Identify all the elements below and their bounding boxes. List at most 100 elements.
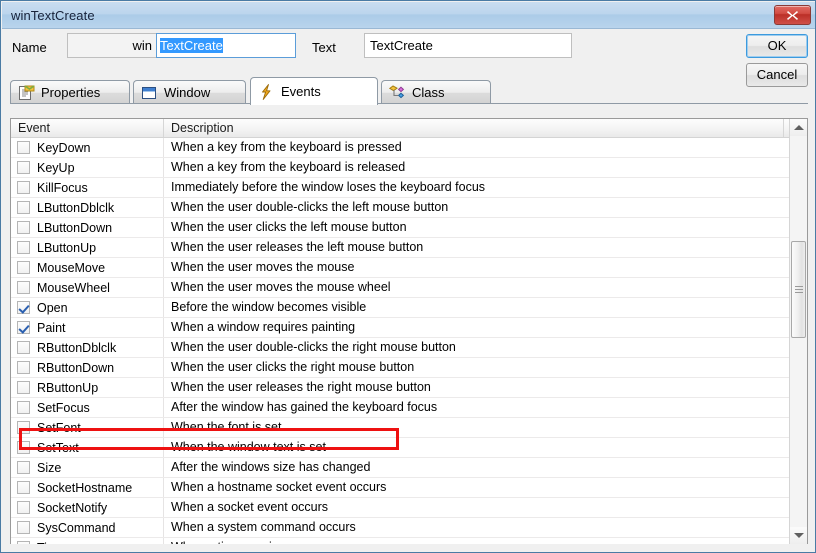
table-row[interactable]: MouseWheel When the user moves the mouse … <box>11 278 790 298</box>
scroll-down-button[interactable] <box>790 527 807 544</box>
column-header-description[interactable]: Description <box>164 119 784 137</box>
tab-properties[interactable]: Properties <box>10 80 130 104</box>
row-event-label: SocketNotify <box>37 500 108 515</box>
row-checkbox[interactable] <box>17 161 30 174</box>
row-description-cell: When a key from the keyboard is released <box>171 160 406 174</box>
row-checkbox[interactable] <box>17 441 30 454</box>
table-row[interactable]: Open Before the window becomes visible <box>11 298 790 318</box>
row-description-cell: When the user clicks the left mouse butt… <box>171 220 407 234</box>
table-row[interactable]: KeyDown When a key from the keyboard is p… <box>11 138 790 158</box>
row-description-cell: Before the window becomes visible <box>171 300 367 314</box>
table-row[interactable]: KillFocus Immediately before the window l… <box>11 178 790 198</box>
row-checkbox[interactable] <box>17 241 30 254</box>
row-event-cell: RButtonUp <box>11 378 164 397</box>
row-event-label: RButtonUp <box>37 380 99 395</box>
close-button[interactable] <box>774 5 811 25</box>
table-row[interactable]: Size After the windows size has changed <box>11 458 790 478</box>
properties-icon <box>18 84 35 101</box>
table-row[interactable]: LButtonDown When the user clicks the left… <box>11 218 790 238</box>
row-description-cell: When the window text is set <box>171 440 326 454</box>
vertical-scrollbar[interactable] <box>789 119 807 544</box>
row-event-cell: SetText <box>11 438 164 457</box>
row-checkbox[interactable] <box>17 281 30 294</box>
table-row[interactable]: LButtonDblclk When the user double-clicks… <box>11 198 790 218</box>
name-input[interactable]: TextCreate <box>156 33 296 58</box>
tab-class[interactable]: Class <box>381 80 491 104</box>
row-event-cell: KillFocus <box>11 178 164 197</box>
dialog-window: winTextCreate Name win TextCreate Text T… <box>0 0 816 553</box>
row-event-label: MouseMove <box>37 260 106 275</box>
row-checkbox[interactable] <box>17 381 30 394</box>
row-checkbox[interactable] <box>17 141 30 154</box>
row-checkbox[interactable] <box>17 321 30 334</box>
name-prefix-field: win <box>67 33 157 58</box>
name-input-value: TextCreate <box>160 38 223 53</box>
row-event-cell: MouseMove <box>11 258 164 277</box>
row-description-cell: When the user double-clicks the left mou… <box>171 200 449 214</box>
row-description-cell: After the window has gained the keyboard… <box>171 400 438 414</box>
text-input[interactable]: TextCreate <box>364 33 572 58</box>
row-event-cell: SocketNotify <box>11 498 164 517</box>
column-header-event[interactable]: Event <box>11 119 164 137</box>
table-row[interactable]: SetFocus After the window has gained the … <box>11 398 790 418</box>
tab-window[interactable]: Window <box>133 80 246 104</box>
tab-window-label: Window <box>164 85 211 100</box>
tab-class-label: Class <box>412 85 445 100</box>
tab-events[interactable]: Events <box>250 77 378 105</box>
row-description-cell: After the windows size has changed <box>171 460 371 474</box>
text-label: Text <box>312 40 336 55</box>
list-rows: KeyDown When a key from the keyboard is p… <box>11 138 790 544</box>
table-row[interactable]: Paint When a window requires painting <box>11 318 790 338</box>
row-checkbox[interactable] <box>17 521 30 534</box>
row-checkbox[interactable] <box>17 501 30 514</box>
tab-strip: Properties Window Events Class <box>10 77 808 105</box>
window-icon <box>141 85 158 101</box>
row-checkbox[interactable] <box>17 461 30 474</box>
table-row[interactable]: RButtonDblclk When the user double-clicks… <box>11 338 790 358</box>
row-checkbox[interactable] <box>17 341 30 354</box>
scrollbar-thumb[interactable] <box>791 241 806 338</box>
row-event-cell: MouseWheel <box>11 278 164 297</box>
row-event-cell: KeyUp <box>11 158 164 177</box>
table-row[interactable]: SetText When the window text is set <box>11 438 790 458</box>
tab-properties-label: Properties <box>41 85 101 100</box>
row-event-cell: Paint <box>11 318 164 337</box>
row-event-cell: SysCommand <box>11 518 164 537</box>
table-row[interactable]: SocketHostname When a hostname socket eve… <box>11 478 790 498</box>
row-checkbox[interactable] <box>17 301 30 314</box>
row-event-label: KeyUp <box>37 160 75 175</box>
window-bottom-edge <box>2 544 815 551</box>
row-event-label: SetFocus <box>37 400 90 415</box>
row-checkbox[interactable] <box>17 401 30 414</box>
row-checkbox[interactable] <box>17 221 30 234</box>
row-description-cell: When the user moves the mouse <box>171 260 355 274</box>
table-row[interactable]: SetFont When the font is set <box>11 418 790 438</box>
table-row[interactable]: SysCommand When a system command occurs <box>11 518 790 538</box>
row-checkbox[interactable] <box>17 481 30 494</box>
row-event-label: Size <box>37 460 62 475</box>
lightning-icon <box>258 83 275 100</box>
row-event-label: MouseWheel <box>37 280 110 295</box>
row-checkbox[interactable] <box>17 181 30 194</box>
ok-button[interactable]: OK <box>746 34 808 58</box>
name-label: Name <box>12 40 47 55</box>
close-icon <box>787 10 798 20</box>
table-row[interactable]: MouseMove When the user moves the mouse <box>11 258 790 278</box>
row-event-label: Paint <box>37 320 66 335</box>
table-row[interactable]: RButtonUp When the user releases the righ… <box>11 378 790 398</box>
scroll-up-button[interactable] <box>790 119 807 136</box>
form-row: Name win TextCreate Text TextCreate <box>2 29 815 67</box>
row-checkbox[interactable] <box>17 201 30 214</box>
row-checkbox[interactable] <box>17 421 30 434</box>
row-checkbox[interactable] <box>17 361 30 374</box>
row-event-label: KillFocus <box>37 180 88 195</box>
table-row[interactable]: SocketNotify When a socket event occurs <box>11 498 790 518</box>
row-event-label: LButtonDblclk <box>37 200 115 215</box>
row-checkbox[interactable] <box>17 261 30 274</box>
table-row[interactable]: RButtonDown When the user clicks the righ… <box>11 358 790 378</box>
row-event-label: LButtonUp <box>37 240 97 255</box>
row-event-cell: RButtonDblclk <box>11 338 164 357</box>
row-event-label: Open <box>37 300 68 315</box>
table-row[interactable]: KeyUp When a key from the keyboard is rel… <box>11 158 790 178</box>
table-row[interactable]: LButtonUp When the user releases the left… <box>11 238 790 258</box>
